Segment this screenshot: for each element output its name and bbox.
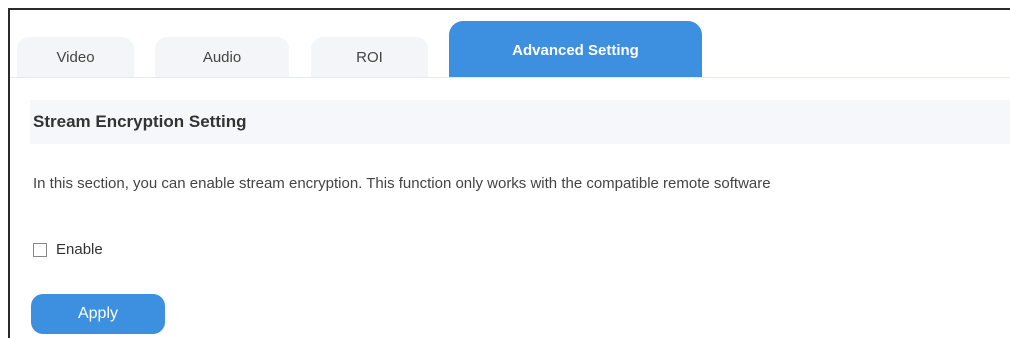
tab-video[interactable]: Video [17,37,134,77]
tab-roi-label: ROI [356,48,383,66]
section-description: In this section, you can enable stream e… [33,175,771,192]
enable-row: Enable [33,241,103,258]
section-title: Stream Encryption Setting [33,112,247,131]
tab-audio-label: Audio [202,48,242,66]
tab-roi[interactable]: ROI [311,37,428,77]
enable-checkbox[interactable] [33,242,47,257]
tab-advanced-setting[interactable]: Advanced Setting [449,21,702,77]
tab-video-label: Video [56,48,95,66]
section-header: Stream Encryption Setting [30,100,1010,144]
apply-button[interactable]: Apply [31,294,165,334]
tab-bar-divider [10,77,1010,78]
tab-advanced-setting-label: Advanced Setting [512,42,639,59]
tab-audio[interactable]: Audio [155,37,289,77]
enable-label: Enable [56,241,103,258]
